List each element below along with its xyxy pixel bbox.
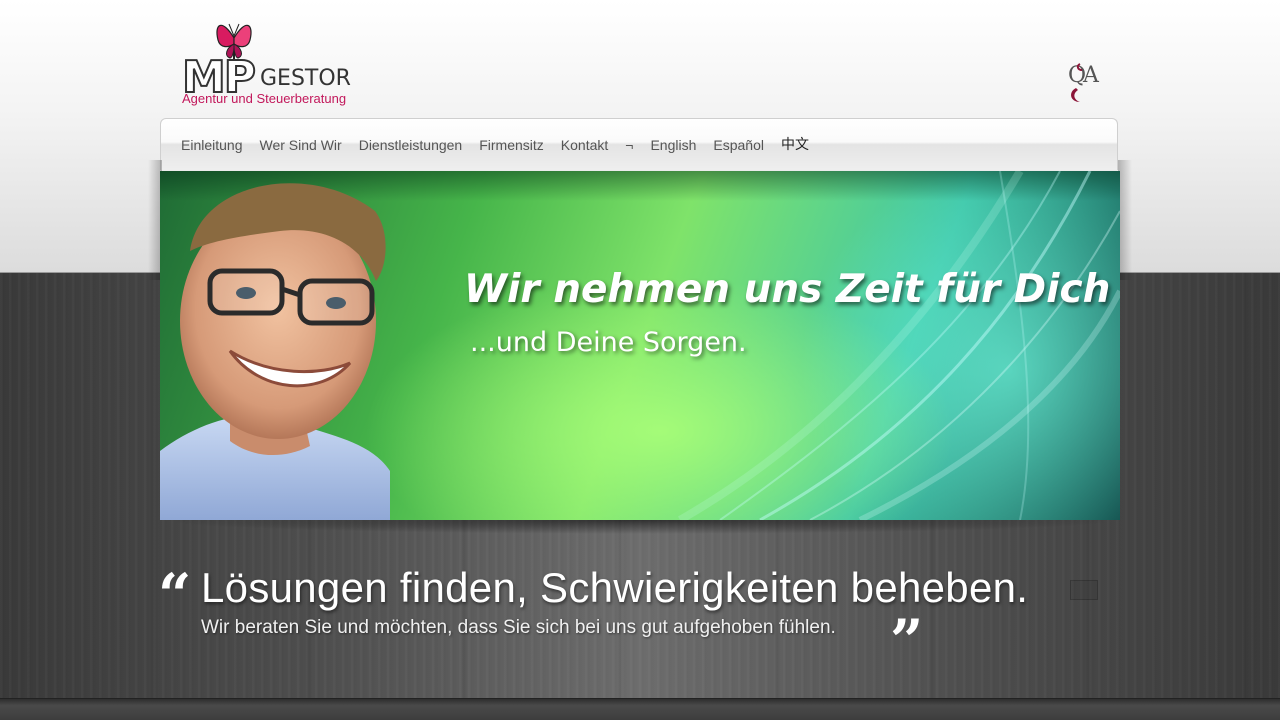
banner-shadow-right [1118, 160, 1132, 280]
svg-text:A: A [1082, 63, 1100, 88]
open-quote-icon: “ [158, 561, 192, 629]
logo-tagline: Agentur und Steuerberatung [182, 91, 347, 106]
nav-item-wer-sind-wir[interactable]: Wer Sind Wir [260, 135, 342, 155]
nav-item-firmensitz[interactable]: Firmensitz [479, 135, 544, 155]
nav-item-einleitung[interactable]: Einleitung [181, 135, 243, 155]
banner-bottom-shadow [176, 520, 1104, 542]
nav-item-dienstleistungen[interactable]: Dienstleistungen [359, 135, 463, 155]
banner-subline: ...und Deine Sorgen. [470, 327, 747, 358]
main-navigation: Einleitung Wer Sind Wir Dienstleistungen… [160, 118, 1118, 170]
footer-strip [0, 698, 1280, 720]
banner-headline: Wir nehmen uns Zeit für Dich [464, 267, 1111, 312]
nav-item-espanol[interactable]: Español [713, 135, 764, 155]
qa-logo-icon[interactable]: Q A [1066, 58, 1106, 108]
hero-banner: Wir nehmen uns Zeit für Dich ...und Dein… [160, 171, 1120, 520]
close-quote-icon: ” [890, 607, 924, 675]
nav-list: Einleitung Wer Sind Wir Dienstleistungen… [181, 135, 809, 155]
person-photo [160, 183, 390, 520]
decorative-box [1070, 580, 1098, 600]
nav-separator: ¬ [625, 137, 634, 153]
nav-item-kontakt[interactable]: Kontakt [561, 135, 608, 155]
nav-item-chinese[interactable]: 中文 [781, 135, 809, 155]
logo-name-text: GESTOR [260, 66, 351, 91]
quote-subtitle: Wir beraten Sie und möchten, dass Sie si… [201, 617, 836, 638]
nav-item-english[interactable]: English [650, 135, 696, 155]
site-logo[interactable]: MP GESTOR Agentur und Steuerberatung [180, 18, 360, 110]
page: MP GESTOR Agentur und Steuerberatung Q A… [0, 0, 1280, 720]
